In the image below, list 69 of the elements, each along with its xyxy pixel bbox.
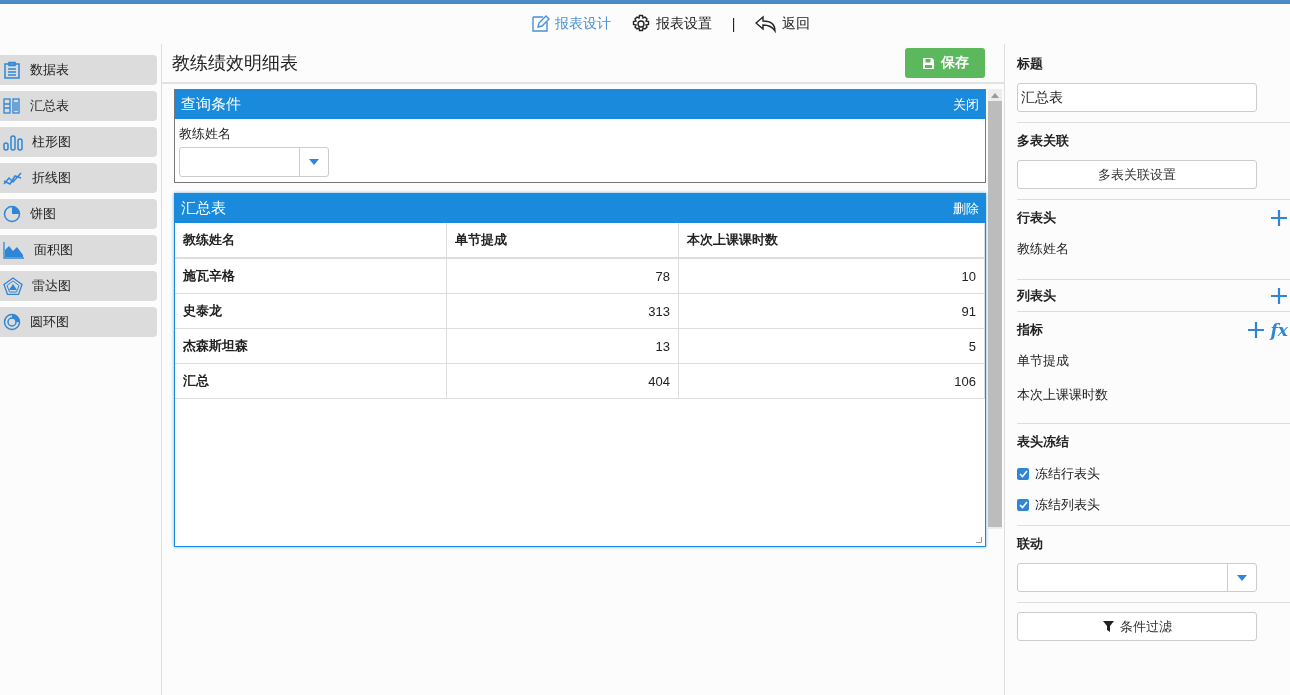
checkbox[interactable] [1017, 467, 1029, 480]
toolbar-tab[interactable]: 报表设置 [630, 14, 712, 34]
chart-type-button[interactable]: 面积图 [0, 235, 157, 265]
table-cell: 313 [446, 293, 679, 329]
separator: | [731, 16, 736, 32]
column-header: 单节提成 [446, 223, 679, 258]
columns-icon [3, 97, 21, 115]
chart-type-button[interactable]: 汇总表 [0, 91, 157, 121]
table-cell: 404 [446, 363, 679, 399]
scrollbar[interactable] [988, 89, 1002, 529]
column-header: 本次上课课时数 [678, 223, 985, 258]
field-item[interactable]: 单节提成 [1017, 349, 1290, 373]
field-item[interactable]: 教练姓名 [1017, 237, 1290, 261]
checkbox-label: 冻结列表头 [1035, 495, 1100, 514]
donut-chart-icon [3, 313, 21, 331]
table-cell: 13 [446, 328, 679, 364]
caret-icon [1237, 574, 1247, 581]
area-chart-icon [3, 241, 25, 259]
add-icon[interactable] [1270, 287, 1288, 305]
scroll-up-icon[interactable] [991, 93, 999, 98]
checkbox-label: 冻结行表头 [1035, 464, 1100, 483]
section-heading: 多表关联 [1017, 132, 1069, 150]
table-cell: 106 [678, 363, 985, 399]
table-cell: 5 [678, 328, 985, 364]
table-cell: 杰森斯坦森 [175, 328, 447, 364]
section-heading: 行表头 [1017, 209, 1056, 227]
caret-icon [309, 159, 319, 165]
section-heading: 标题 [1017, 55, 1043, 73]
add-icon[interactable] [1246, 321, 1265, 339]
resize-handle-icon[interactable] [976, 537, 982, 543]
column-header: 教练姓名 [175, 223, 447, 258]
report-title: 教练绩效明细表 [172, 52, 298, 75]
join-settings-button[interactable]: 多表关联设置 [1017, 160, 1257, 189]
settings-icon [630, 14, 651, 34]
section-heading: 表头冻结 [1017, 433, 1069, 451]
field-label: 教练姓名 [179, 125, 232, 143]
table-cell: 施瓦辛格 [175, 258, 447, 294]
table-cell: 10 [678, 258, 985, 294]
chart-type-button[interactable]: 圆环图 [0, 307, 157, 337]
table-cell: 汇总 [175, 363, 447, 399]
formula-button[interactable]: fx [1270, 320, 1288, 340]
panel-title: 汇总表 [181, 199, 226, 218]
chart-type-button[interactable]: 柱形图 [0, 127, 157, 157]
table-cell: 史泰龙 [175, 293, 447, 329]
pencil-icon [529, 14, 550, 34]
table-cell: 91 [678, 293, 985, 329]
chart-type-button[interactable]: 折线图 [0, 163, 157, 193]
back-arrow-icon [755, 15, 778, 33]
table-cell: 78 [446, 258, 679, 294]
close-link[interactable]: 关闭 [953, 95, 979, 114]
chart-type-button[interactable]: 饼图 [0, 199, 157, 229]
add-icon[interactable] [1270, 209, 1288, 227]
chart-type-button[interactable]: 雷达图 [0, 271, 157, 301]
pie-chart-icon [3, 205, 21, 223]
title-input[interactable]: 汇总表 [1017, 83, 1257, 112]
panel-title: 查询条件 [181, 95, 241, 114]
clipboard-icon [3, 61, 21, 79]
bar-chart-icon [3, 133, 23, 151]
chart-type-button[interactable]: 数据表 [0, 55, 157, 85]
section-heading: 列表头 [1017, 287, 1056, 305]
delete-link[interactable]: 删除 [953, 199, 979, 218]
radar-chart-icon [3, 277, 23, 295]
back-link[interactable]: 返回 [755, 15, 811, 33]
filter-button[interactable]: 条件过滤 [1017, 612, 1257, 641]
field-item[interactable]: 本次上课课时数 [1017, 383, 1290, 407]
section-heading: 联动 [1017, 535, 1043, 553]
checkbox[interactable] [1017, 498, 1029, 511]
funnel-icon [1102, 621, 1114, 632]
section-heading: 指标 [1017, 321, 1043, 339]
